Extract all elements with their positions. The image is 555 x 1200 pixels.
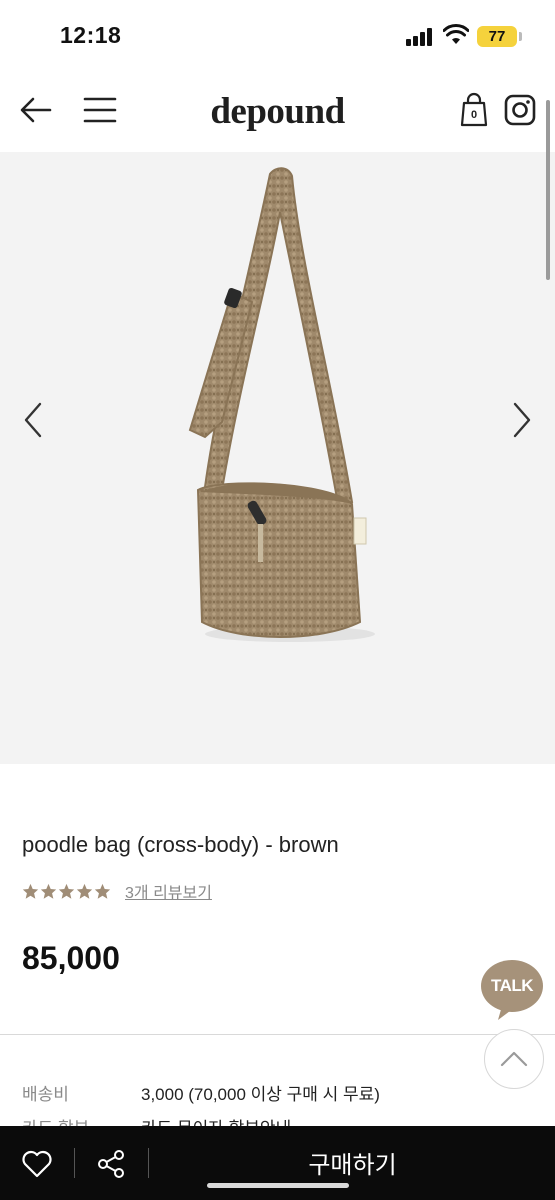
- star-icon: [76, 883, 93, 899]
- chevron-up-icon: [500, 1051, 528, 1067]
- shipping-fee-label: 배송비: [22, 1085, 69, 1104]
- bottom-action-bar: 구매하기: [0, 1126, 555, 1200]
- scroll-to-top-button[interactable]: [484, 1029, 544, 1089]
- product-image-gallery[interactable]: [0, 152, 555, 764]
- star-icon: [94, 883, 111, 899]
- shipping-fee-value: 3,000 (70,000 이상 구매 시 무료): [141, 1085, 380, 1104]
- battery-tip: [519, 32, 522, 41]
- star-icon: [40, 883, 57, 899]
- home-indicator[interactable]: [207, 1183, 349, 1188]
- menu-icon[interactable]: [82, 92, 118, 128]
- cart-button[interactable]: 0: [456, 92, 492, 128]
- cart-count-badge: 0: [470, 109, 478, 121]
- bottom-bar-separator: [74, 1148, 75, 1178]
- product-price: 85,000: [22, 940, 120, 976]
- previous-image-arrow-icon[interactable]: [18, 400, 48, 440]
- star-icon: [58, 883, 75, 899]
- heart-icon[interactable]: [21, 1148, 53, 1180]
- next-image-arrow-icon[interactable]: [507, 400, 537, 440]
- product-image: [188, 167, 375, 642]
- battery-indicator: 77: [477, 26, 517, 47]
- instagram-icon[interactable]: [502, 92, 538, 128]
- star-icon: [22, 883, 39, 899]
- product-title: poodle bag (cross-body) - brown: [22, 832, 339, 857]
- wifi-icon: [443, 24, 469, 44]
- cellular-signal-icon: [406, 28, 434, 46]
- rating-row: 3개 리뷰보기: [22, 879, 212, 903]
- star-rating: [22, 883, 111, 900]
- buy-button[interactable]: 구매하기: [150, 1126, 555, 1200]
- status-bar: 12:18 77: [0, 0, 555, 70]
- view-reviews-link[interactable]: 3개 리뷰보기: [125, 879, 212, 903]
- status-time: 12:18: [60, 22, 122, 48]
- back-arrow-icon[interactable]: [18, 92, 54, 128]
- talk-label: TALK: [490, 976, 534, 995]
- bottom-bar-separator: [148, 1148, 149, 1178]
- kakao-talk-button[interactable]: TALK: [480, 958, 544, 1022]
- scrollbar[interactable]: [546, 100, 550, 280]
- section-divider: [0, 1034, 555, 1035]
- top-navigation: depound 0: [0, 70, 555, 152]
- share-icon[interactable]: [95, 1148, 127, 1180]
